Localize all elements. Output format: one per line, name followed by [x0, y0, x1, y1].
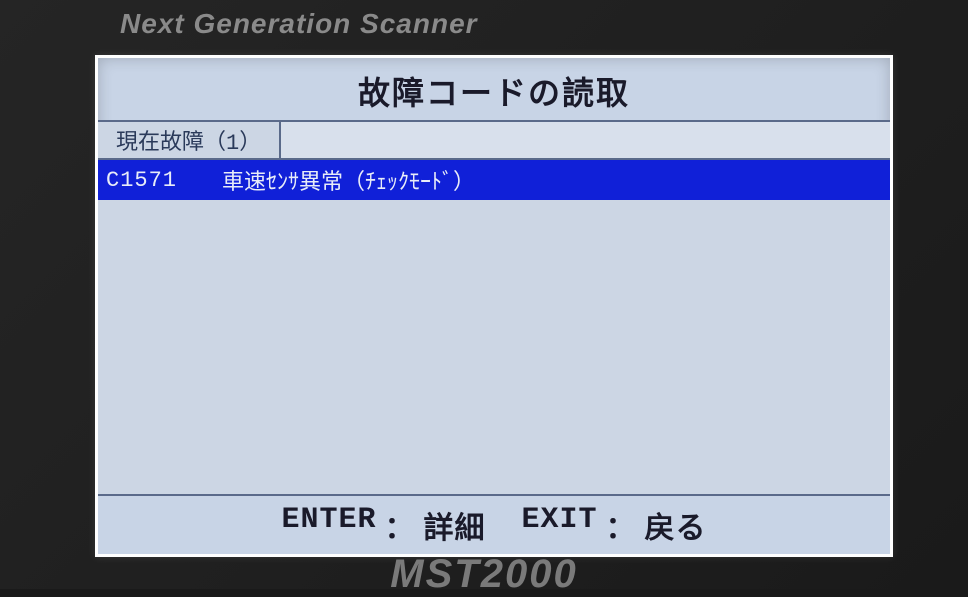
dtc-description: 車速ｾﾝｻ異常（ﾁｪｯｸﾓｰﾄﾞ）	[218, 164, 890, 196]
screen-title: 故障コードの読取	[98, 58, 890, 122]
enter-key-label: ENTER	[281, 503, 376, 548]
separator: ：	[606, 503, 637, 548]
dtc-code: C1571	[98, 168, 218, 193]
dtc-list: C1571 車速ｾﾝｻ異常（ﾁｪｯｸﾓｰﾄﾞ）	[98, 160, 890, 494]
footer-bar: ENTER ： 詳細 EXIT ： 戻る	[98, 494, 890, 554]
enter-action-label: 詳細	[424, 503, 486, 548]
tab-label: 現在故障（1）	[116, 124, 261, 156]
exit-action-label: 戻る	[645, 503, 707, 548]
footer-enter-hint: ENTER ： 詳細	[281, 503, 485, 548]
exit-key-label: EXIT	[522, 503, 598, 548]
separator: ：	[385, 503, 416, 548]
scanner-screen: 故障コードの読取 現在故障（1） C1571 車速ｾﾝｻ異常（ﾁｪｯｸﾓｰﾄﾞ）…	[95, 55, 893, 557]
device-frame: Next Generation Scanner 故障コードの読取 現在故障（1）…	[0, 0, 968, 589]
device-brand-bottom: MST2000	[390, 552, 577, 597]
dtc-row[interactable]: C1571 車速ｾﾝｻ異常（ﾁｪｯｸﾓｰﾄﾞ）	[98, 160, 890, 200]
footer-exit-hint: EXIT ： 戻る	[522, 503, 707, 548]
device-brand-top: Next Generation Scanner	[120, 8, 478, 40]
tab-current-faults[interactable]: 現在故障（1）	[98, 122, 281, 158]
tab-bar: 現在故障（1）	[98, 122, 890, 160]
